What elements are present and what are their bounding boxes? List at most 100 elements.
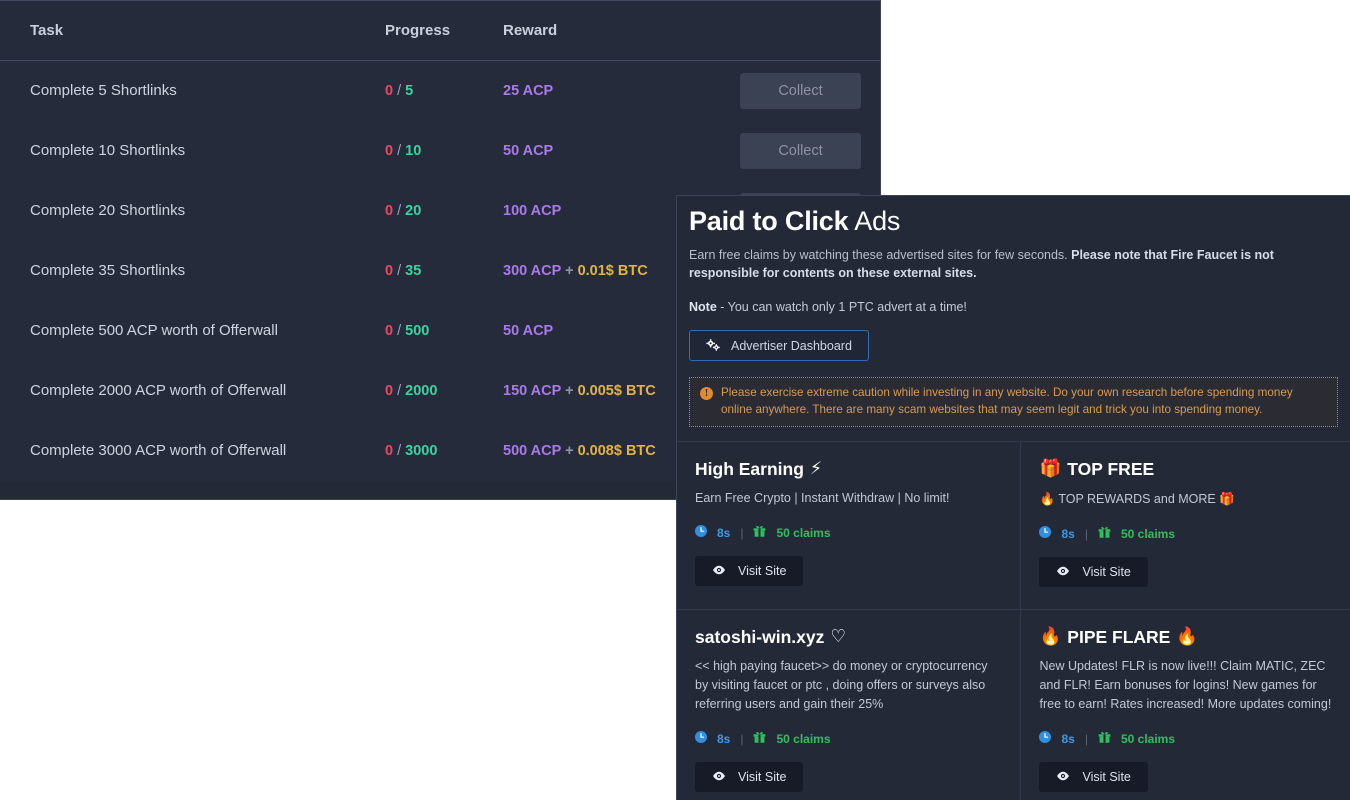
ptc-ad-meta: 8s | 50 claims <box>695 525 1002 540</box>
table-header-row: Task Progress Reward <box>0 0 880 61</box>
ptc-content: Paid to Click Ads Earn free claims by wa… <box>677 196 1350 800</box>
progress-separator: / <box>397 322 402 339</box>
ptc-ad-card: 🎁 TOP FREE 🔥 TOP REWARDS and MORE 🎁 8s | 50 c… <box>1021 442 1350 609</box>
collect-button[interactable]: Collect <box>740 132 861 169</box>
column-header-task: Task <box>0 0 380 61</box>
meta-divider: | <box>1084 526 1088 541</box>
clock-icon <box>695 525 707 540</box>
visit-site-label: Visit Site <box>1082 565 1131 579</box>
ptc-ad-description: New Updates! FLR is now live!!! Claim MA… <box>1039 659 1332 711</box>
column-header-action <box>740 0 880 61</box>
ptc-ad-meta: 8s | 50 claims <box>695 731 1002 746</box>
task-action-cell: Collect <box>740 120 880 181</box>
ptc-ad-title-row: satoshi-win.xyz ♡ <box>695 626 1002 648</box>
ptc-ad-description-row: New Updates! FLR is now live!!! Claim MA… <box>1039 657 1332 714</box>
visit-site-label: Visit Site <box>738 770 787 784</box>
advertiser-dashboard-label: Advertiser Dashboard <box>731 338 852 353</box>
progress-goal: 35 <box>405 262 422 279</box>
progress-goal: 3000 <box>405 442 438 459</box>
gift-icon <box>1098 526 1111 541</box>
progress-goal: 5 <box>405 82 414 99</box>
eye-icon <box>712 564 726 578</box>
task-name-cell: Complete 2000 ACP worth of Offerwall <box>0 360 380 421</box>
reward-acp: 100 ACP <box>503 202 562 219</box>
ptc-ads-grid: High Earning ⚡ Earn Free Crypto | Instant … <box>677 441 1350 800</box>
column-header-progress: Progress <box>380 0 500 61</box>
visit-site-button[interactable]: Visit Site <box>1039 762 1148 792</box>
progress-separator: / <box>397 262 402 279</box>
ptc-ad-card: High Earning ⚡ Earn Free Crypto | Instant … <box>677 442 1022 609</box>
task-reward-cell: 25 ACP <box>500 60 740 121</box>
task-progress-cell: 0 / 35 <box>380 240 500 301</box>
ptc-ad-duration: 8s <box>717 731 731 746</box>
collect-button[interactable]: Collect <box>740 72 861 109</box>
task-name-cell: Complete 3000 ACP worth of Offerwall <box>0 420 380 481</box>
ptc-ad-meta: 8s | 50 claims <box>1039 731 1332 746</box>
progress-current: 0 <box>385 262 394 279</box>
visit-site-button[interactable]: Visit Site <box>695 762 804 792</box>
ptc-ad-duration: 8s <box>717 525 731 540</box>
ptc-ad-meta: 8s | 50 claims <box>1039 526 1332 541</box>
ptc-ad-duration: 8s <box>1061 526 1075 541</box>
ptc-ad-card: satoshi-win.xyz ♡ << high paying faucet>> … <box>677 610 1022 800</box>
progress-separator: / <box>397 202 402 219</box>
ptc-ad-claims: 50 claims <box>1120 526 1176 541</box>
page-title-strong: Paid to Click <box>689 206 849 236</box>
task-progress-cell: 0 / 20 <box>380 180 500 241</box>
reward-plus: + <box>565 442 574 459</box>
visit-site-button[interactable]: Visit Site <box>1039 557 1148 587</box>
progress-current: 0 <box>385 382 394 399</box>
reward-plus: + <box>565 382 574 399</box>
task-name-cell: Complete 500 ACP worth of Offerwall <box>0 300 380 361</box>
lightning-bolt-icon-trailing: ⚡ <box>809 459 823 479</box>
task-progress-cell: 0 / 500 <box>380 300 500 361</box>
progress-current: 0 <box>385 322 394 339</box>
ptc-ad-claims: 50 claims <box>776 525 831 540</box>
ptc-note-text: - You can watch only 1 PTC advert at a t… <box>716 300 967 314</box>
reward-acp: 300 ACP <box>503 262 562 279</box>
ptc-ad-title: PIPE FLARE <box>1067 627 1171 647</box>
ptc-ad-title-row: 🔥 PIPE FLARE 🔥 <box>1039 626 1332 648</box>
reward-plus: + <box>565 262 574 279</box>
ptc-ads-row: High Earning ⚡ Earn Free Crypto | Instant … <box>677 441 1350 609</box>
eye-icon <box>712 770 726 784</box>
ptc-note-label: Note <box>689 300 717 314</box>
screen-root: Task Progress Reward Complete 5 Shortlin… <box>0 0 1350 800</box>
tasks-table-header: Task Progress Reward <box>0 0 880 61</box>
page-title: Paid to Click Ads <box>689 204 1338 238</box>
reward-btc: 0.008$ BTC <box>577 442 656 459</box>
ptc-ad-description-row: << high paying faucet>> do money or cryp… <box>695 657 1002 714</box>
page-title-light: Ads <box>848 206 901 236</box>
gift-icon <box>753 731 766 746</box>
reward-btc: 0.01$ BTC <box>577 262 648 279</box>
meta-divider: | <box>740 525 744 540</box>
task-name-cell: Complete 10 Shortlinks <box>0 120 380 181</box>
gift-icon: 🎁 <box>1039 459 1062 479</box>
task-progress-cell: 0 / 5 <box>380 60 500 121</box>
task-reward-cell: 50 ACP <box>500 120 740 181</box>
fire-icon: 🔥 <box>1039 491 1056 506</box>
ptc-ad-description: TOP REWARDS and MORE <box>1058 492 1216 506</box>
ptc-ad-title-row: 🎁 TOP FREE <box>1039 458 1332 480</box>
meta-divider: | <box>740 731 744 746</box>
ptc-ads-row: satoshi-win.xyz ♡ << high paying faucet>> … <box>677 609 1350 800</box>
progress-goal: 10 <box>405 142 422 159</box>
progress-goal: 500 <box>405 322 430 339</box>
ptc-ad-duration: 8s <box>1061 731 1075 746</box>
ptc-ad-description-row: 🔥 TOP REWARDS and MORE 🎁 <box>1039 489 1332 509</box>
ptc-note: Note - You can watch only 1 PTC advert a… <box>689 300 1338 314</box>
ptc-ad-title: satoshi-win.xyz <box>695 627 825 647</box>
reward-acp: 150 ACP <box>503 382 562 399</box>
visit-site-button[interactable]: Visit Site <box>695 556 804 586</box>
visit-site-label: Visit Site <box>738 564 787 578</box>
task-progress-cell: 0 / 10 <box>380 120 500 181</box>
column-header-reward: Reward <box>500 0 740 61</box>
gift-icon-trailing: 🎁 <box>1219 491 1235 506</box>
progress-current: 0 <box>385 142 394 159</box>
progress-current: 0 <box>385 202 394 219</box>
task-name-cell: Complete 35 Shortlinks <box>0 240 380 301</box>
eye-icon <box>1056 565 1070 579</box>
exclamation-circle-icon: ! <box>700 387 713 400</box>
advertiser-dashboard-button[interactable]: Advertiser Dashboard <box>689 330 869 361</box>
gift-icon <box>1098 731 1111 746</box>
